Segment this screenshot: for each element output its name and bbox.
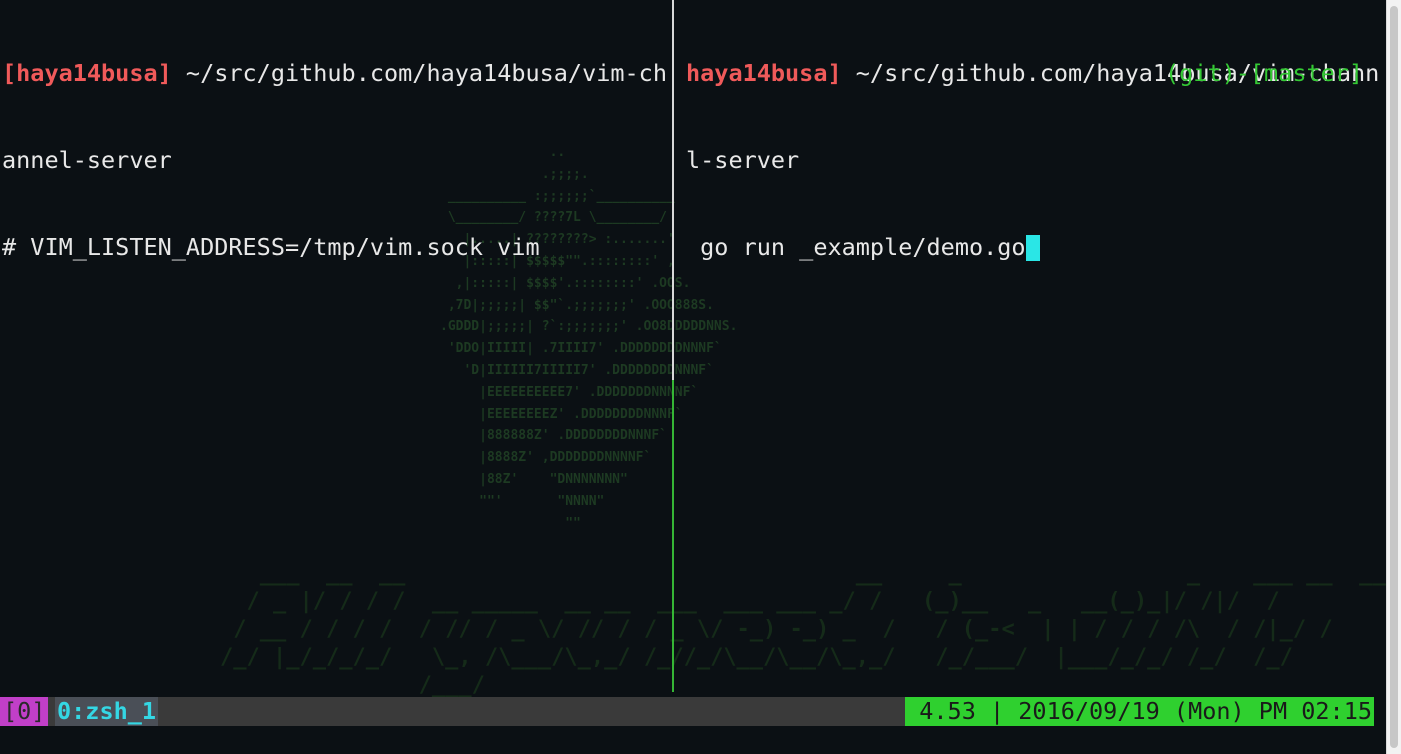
- prompt-user: [haya14busa]: [2, 59, 172, 87]
- shell-command: # VIM_LISTEN_ADDRESS=/tmp/vim.sock vim: [2, 233, 540, 261]
- scrollbar[interactable]: [1386, 0, 1401, 754]
- scrollbar-thumb[interactable]: [1390, 6, 1398, 748]
- prompt-path-continued: annel-server: [2, 146, 172, 174]
- window-tab-zsh[interactable]: 0:zsh_1: [55, 697, 159, 726]
- prompt-user: haya14busa]: [686, 59, 842, 87]
- slogan-background-art: ___ __ __ __ _ _ ___ __ ___ / _ |/ / / /…: [220, 561, 1399, 698]
- left-terminal-pane[interactable]: [haya14busa] ~/src/github.com/haya14busa…: [2, 1, 670, 291]
- right-terminal-pane[interactable]: haya14busa] ~/src/github.com/haya14busa/…: [686, 1, 1386, 291]
- session-indicator[interactable]: [0]: [0, 697, 49, 726]
- prompt-path-continued: l-server: [686, 146, 800, 174]
- status-load-datetime: 4.53 | 2016/09/19 (Mon) PM 02:15: [905, 697, 1374, 726]
- git-branch-status: (git)-[master]: [1165, 59, 1364, 87]
- terminal-cursor: [1025, 235, 1040, 261]
- pane-divider-active[interactable]: [672, 380, 674, 692]
- tmux-status-bar: [0] 0:zsh_1 4.53 | 2016/09/19 (Mon) PM 0…: [0, 697, 1374, 726]
- pane-divider[interactable]: [672, 0, 674, 380]
- prompt-path: ~/src/github.com/haya14busa/vim-ch: [171, 59, 667, 87]
- shell-command-input[interactable]: go run _example/demo.go: [686, 233, 1025, 261]
